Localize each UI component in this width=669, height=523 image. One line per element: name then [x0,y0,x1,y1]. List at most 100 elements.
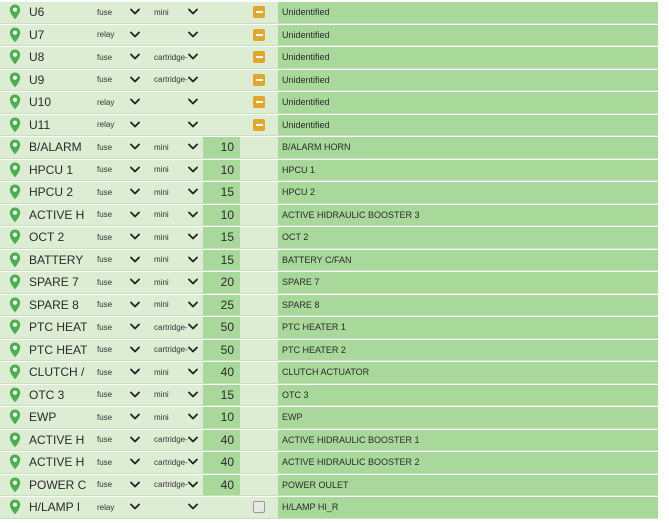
component-name[interactable]: U6 [29,2,87,23]
amp-rating[interactable] [203,69,240,90]
amp-rating[interactable] [203,114,240,135]
component-name[interactable]: BATTERY [29,249,87,270]
location-pin-icon[interactable] [0,452,29,473]
description[interactable]: HPCU 2 [278,182,658,203]
description[interactable]: Unidentified [278,47,658,68]
subtype-select[interactable]: mini [145,272,203,293]
checkbox[interactable] [253,501,265,514]
indeterminate-checkbox[interactable] [253,73,265,86]
indeterminate-checkbox[interactable] [253,6,265,19]
amp-rating[interactable] [203,2,240,23]
amp-rating[interactable]: 40 [203,429,240,450]
subtype-select[interactable]: mini [145,204,203,225]
subtype-select[interactable]: cartridge- [145,339,203,360]
type-select[interactable]: relay [87,114,145,135]
component-name[interactable]: HPCU 1 [29,159,87,180]
subtype-select[interactable]: mini [145,2,203,23]
location-pin-icon[interactable] [0,159,29,180]
location-pin-icon[interactable] [0,317,29,338]
amp-rating[interactable]: 10 [203,204,240,225]
type-select[interactable]: relay [87,24,145,45]
subtype-select[interactable]: mini [145,227,203,248]
type-select[interactable]: fuse [87,294,145,315]
type-select[interactable]: fuse [87,272,145,293]
component-name[interactable]: SPARE 7 [29,272,87,293]
type-select[interactable]: fuse [87,47,145,68]
subtype-select[interactable]: mini [145,182,203,203]
subtype-select[interactable]: cartridge- [145,452,203,473]
component-name[interactable]: OTC 3 [29,384,87,405]
amp-rating[interactable]: 50 [203,339,240,360]
location-pin-icon[interactable] [0,204,29,225]
type-select[interactable]: fuse [87,69,145,90]
component-name[interactable]: U7 [29,24,87,45]
amp-rating[interactable]: 40 [203,474,240,495]
subtype-select[interactable] [145,24,203,45]
description[interactable]: PTC HEATER 2 [278,339,658,360]
component-name[interactable]: ACTIVE H [29,452,87,473]
amp-rating[interactable]: 10 [203,407,240,428]
subtype-select[interactable] [145,497,203,518]
location-pin-icon[interactable] [0,429,29,450]
location-pin-icon[interactable] [0,92,29,113]
amp-rating[interactable]: 10 [203,137,240,158]
type-select[interactable]: fuse [87,249,145,270]
type-select[interactable]: relay [87,497,145,518]
description[interactable]: PTC HEATER 1 [278,317,658,338]
component-name[interactable]: B/ALARM [29,137,87,158]
description[interactable]: SPARE 7 [278,272,658,293]
type-select[interactable]: fuse [87,182,145,203]
type-select[interactable]: fuse [87,2,145,23]
subtype-select[interactable]: cartridge- [145,429,203,450]
indeterminate-checkbox[interactable] [253,118,265,131]
amp-rating[interactable]: 15 [203,249,240,270]
subtype-select[interactable]: mini [145,137,203,158]
location-pin-icon[interactable] [0,69,29,90]
subtype-select[interactable]: cartridge- [145,69,203,90]
description[interactable]: OTC 3 [278,384,658,405]
type-select[interactable]: fuse [87,159,145,180]
description[interactable]: SPARE 8 [278,294,658,315]
location-pin-icon[interactable] [0,339,29,360]
description[interactable]: Unidentified [278,69,658,90]
subtype-select[interactable]: mini [145,159,203,180]
description[interactable]: Unidentified [278,24,658,45]
type-select[interactable]: fuse [87,362,145,383]
location-pin-icon[interactable] [0,227,29,248]
indeterminate-checkbox[interactable] [253,28,265,41]
indeterminate-checkbox[interactable] [253,96,265,109]
description[interactable]: OCT 2 [278,227,658,248]
location-pin-icon[interactable] [0,294,29,315]
subtype-select[interactable]: mini [145,384,203,405]
type-select[interactable]: fuse [87,429,145,450]
amp-rating[interactable]: 20 [203,272,240,293]
amp-rating[interactable]: 15 [203,384,240,405]
subtype-select[interactable]: mini [145,407,203,428]
amp-rating[interactable]: 25 [203,294,240,315]
amp-rating[interactable] [203,47,240,68]
location-pin-icon[interactable] [0,384,29,405]
subtype-select[interactable]: cartridge- [145,474,203,495]
description[interactable]: B/ALARM HORN [278,137,658,158]
component-name[interactable]: PTC HEAT [29,317,87,338]
type-select[interactable]: fuse [87,204,145,225]
type-select[interactable]: fuse [87,317,145,338]
location-pin-icon[interactable] [0,272,29,293]
amp-rating[interactable]: 10 [203,159,240,180]
location-pin-icon[interactable] [0,137,29,158]
type-select[interactable]: fuse [87,407,145,428]
component-name[interactable]: ACTIVE H [29,204,87,225]
description[interactable]: CLUTCH ACTUATOR [278,362,658,383]
component-name[interactable]: U11 [29,114,87,135]
location-pin-icon[interactable] [0,47,29,68]
subtype-select[interactable]: cartridge- [145,47,203,68]
description[interactable]: Unidentified [278,92,658,113]
location-pin-icon[interactable] [0,24,29,45]
component-name[interactable]: POWER C [29,474,87,495]
location-pin-icon[interactable] [0,497,29,518]
subtype-select[interactable] [145,92,203,113]
type-select[interactable]: fuse [87,137,145,158]
amp-rating[interactable] [203,92,240,113]
type-select[interactable]: fuse [87,452,145,473]
description[interactable]: BATTERY C/FAN [278,249,658,270]
